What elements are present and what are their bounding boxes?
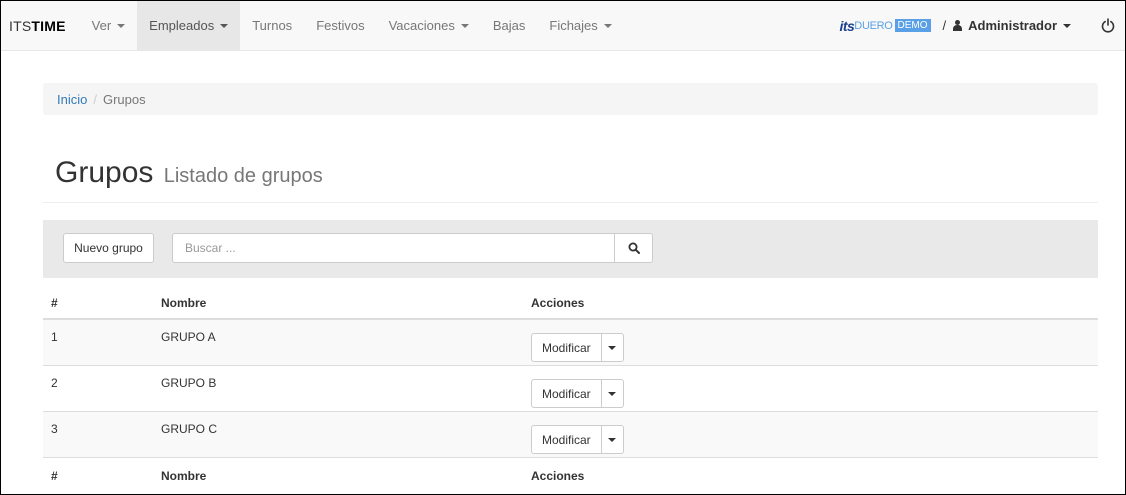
navbar-separator: / [942,18,947,33]
nav-item-bajas[interactable]: Bajas [481,1,538,50]
nav-item-turnos[interactable]: Turnos [240,1,304,50]
logo-duero: DUERO [854,19,893,32]
chevron-down-icon [220,23,229,28]
table-header-row: # Nombre Acciones [43,288,1098,320]
group-name: GRUPO A [161,330,216,344]
group-name: GRUPO C [161,422,218,436]
group-name: GRUPO B [161,376,217,390]
search-input[interactable] [172,233,614,263]
page-title-text: Grupos [55,156,154,189]
row-actions: Modificar [531,330,1098,362]
column-footer-name: Nombre [161,468,207,483]
row-number: 1 [51,330,58,344]
row-number: 3 [51,422,58,436]
row-number: 2 [51,376,58,390]
logo-its: its [839,17,855,34]
logout-button[interactable] [1091,18,1125,33]
brand-time: TIME [31,17,66,34]
nav-item-empleados-label: Empleados [149,18,215,33]
navbar-right: its DUERO DEMO / Administrador [839,1,1125,50]
new-group-button[interactable]: Nuevo grupo [63,233,154,263]
breadcrumb-divider: / [93,91,97,107]
nav-item-festivos-label: Festivos [316,18,365,33]
table-row: 3 GRUPO C Modificar [43,411,1098,457]
caret-down-icon [608,437,617,442]
chevron-down-icon [603,23,612,28]
brand-logo[interactable]: ITS TIME [1,1,80,50]
chevron-down-icon [460,23,469,28]
nav-item-empleados[interactable]: Empleados [137,1,241,50]
actions-dropdown-toggle[interactable] [601,379,624,408]
table-row: 1 GRUPO A Modificar [43,320,1098,365]
power-icon [1101,18,1115,33]
search-button[interactable] [614,233,653,263]
modify-split-button: Modificar [531,379,624,408]
groups-table: # Nombre Acciones 1 GRUPO A Modificar 2 … [43,288,1098,493]
column-header-number: # [51,296,58,310]
nav-item-turnos-label: Turnos [252,18,293,33]
user-icon [952,20,963,31]
modify-split-button: Modificar [531,425,624,454]
nav-item-ver[interactable]: Ver [80,1,138,50]
breadcrumb-home-link[interactable]: Inicio [57,92,87,107]
table-footer-row: # Nombre Acciones [43,457,1098,493]
chevron-down-icon [1063,23,1071,28]
page-header: Grupos Listado de grupos [43,151,1098,203]
chevron-down-icon [117,23,126,28]
nav-item-fichajes[interactable]: Fichajes [537,1,623,50]
breadcrumb-current: Grupos [102,91,146,107]
search-icon [628,242,640,254]
modify-split-button: Modificar [531,333,624,362]
column-footer-number: # [51,468,58,483]
demo-badge: DEMO [894,19,931,32]
brand-its: ITS [9,17,32,34]
modify-button[interactable]: Modificar [531,425,602,454]
nav-item-ver-label: Ver [91,18,112,33]
nav-item-festivos[interactable]: Festivos [304,1,376,50]
row-actions: Modificar [531,422,1098,454]
column-footer-actions: Acciones [531,468,585,483]
toolbar-well: Nuevo grupo [43,220,1098,278]
nav-item-vacaciones[interactable]: Vacaciones [377,1,481,50]
actions-dropdown-toggle[interactable] [601,333,624,362]
table-row: 2 GRUPO B Modificar [43,365,1098,411]
actions-dropdown-toggle[interactable] [601,425,624,454]
nav-item-vacaciones-label: Vacaciones [388,18,455,33]
column-header-actions: Acciones [531,296,585,310]
modify-button[interactable]: Modificar [531,333,602,362]
page-subtitle: Listado de grupos [163,165,323,187]
caret-down-icon [608,391,617,396]
nav-item-fichajes-label: Fichajes [549,18,598,33]
breadcrumb: Inicio / Grupos [43,83,1098,115]
row-actions: Modificar [531,376,1098,408]
modify-button[interactable]: Modificar [531,379,602,408]
company-logo: its DUERO DEMO [839,17,931,34]
column-header-name: Nombre [161,296,207,310]
page-title: Grupos Listado de grupos [55,156,323,190]
top-navbar: ITS TIME Ver Empleados Turnos Festivos Va… [1,1,1125,51]
caret-down-icon [608,345,617,350]
user-menu[interactable]: Administrador [952,18,1091,33]
user-menu-label: Administrador [968,18,1057,33]
nav-item-bajas-label: Bajas [492,18,526,33]
